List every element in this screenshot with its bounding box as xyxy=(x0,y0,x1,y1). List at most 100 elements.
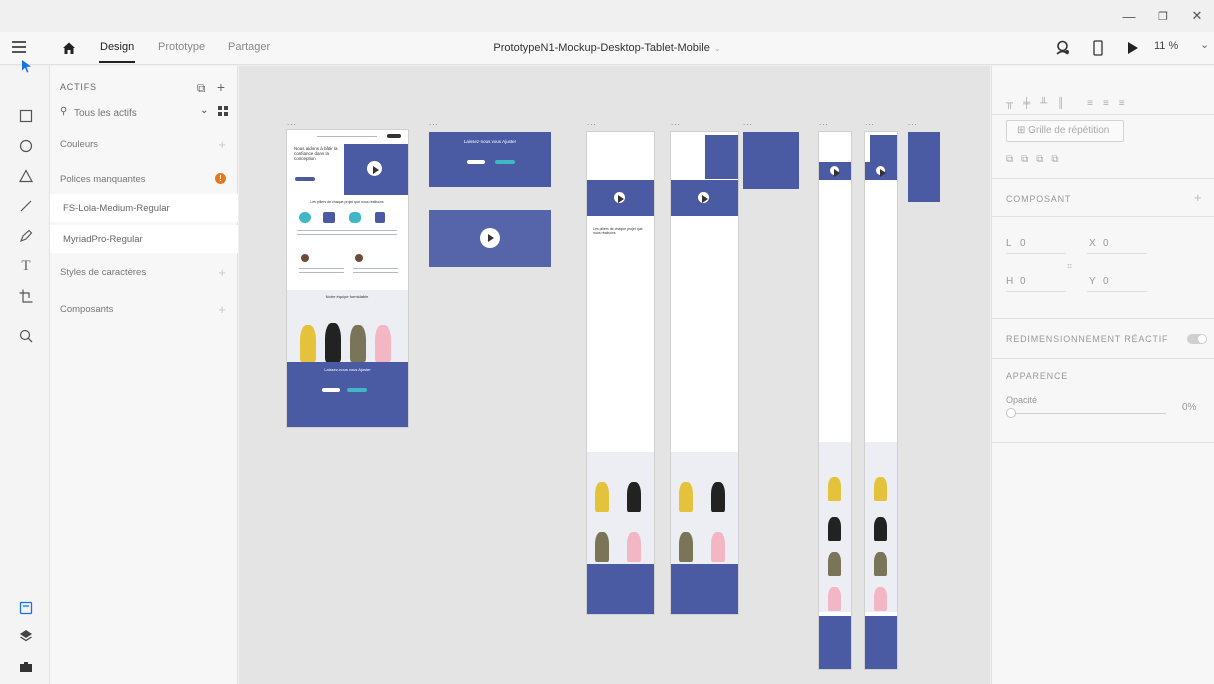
play-preview-icon[interactable] xyxy=(1127,41,1139,55)
opacity-value[interactable]: 0% xyxy=(1182,402,1196,413)
missing-font-item[interactable]: FS-Lola-Medium-Regular xyxy=(50,194,238,222)
artboard-label[interactable]: ... xyxy=(671,118,681,127)
x-label: X xyxy=(1089,238,1096,249)
avatar xyxy=(355,254,363,262)
artboard-tablet-cta[interactable] xyxy=(743,132,799,189)
team-member xyxy=(711,532,725,562)
artboard-label[interactable]: ... xyxy=(908,118,918,127)
add-char-style-icon[interactable]: + xyxy=(218,265,226,280)
components-section[interactable]: Composants + xyxy=(60,302,230,320)
document-title[interactable]: PrototypeN1-Mockup-Desktop-Tablet-Mobile… xyxy=(0,42,1214,54)
team-title: Notre équipe formidable xyxy=(325,294,369,299)
add-color-icon[interactable]: + xyxy=(218,137,226,152)
divider xyxy=(992,216,1214,217)
align-toolbar[interactable]: ╥╪╨║ ≡≡≡ xyxy=(1006,98,1135,109)
opacity-label: Opacité xyxy=(1006,395,1038,405)
artboard-label[interactable]: ... xyxy=(865,118,875,127)
lock-ratio-icon[interactable]: ⌗ xyxy=(1067,261,1072,272)
document-title-text: PrototypeN1-Mockup-Desktop-Tablet-Mobile xyxy=(493,42,710,54)
active-tab-indicator xyxy=(99,61,135,63)
height-field[interactable]: 0 xyxy=(1020,276,1026,287)
grid-view-icon[interactable] xyxy=(218,106,228,116)
select-tool-icon[interactable] xyxy=(18,58,34,74)
team-member xyxy=(300,325,316,362)
layers-panel-icon[interactable] xyxy=(18,628,34,644)
missing-fonts-section[interactable]: Polices manquantes ! xyxy=(60,173,230,190)
artboard-desktop[interactable]: Nous aidons à bâtir la confiance dans la… xyxy=(287,130,408,427)
add-component-icon[interactable]: + xyxy=(218,302,226,317)
artboard-label[interactable]: ... xyxy=(587,118,597,127)
team-member xyxy=(874,517,887,541)
line-tool-icon[interactable] xyxy=(18,198,34,214)
responsive-resize-label: REDIMENSIONNEMENT RÉACTIF xyxy=(1006,334,1169,344)
user-icon[interactable] xyxy=(1056,40,1070,56)
artboard-video[interactable] xyxy=(429,210,551,267)
minimize-button[interactable]: — xyxy=(1112,0,1146,32)
close-button[interactable]: ✕ xyxy=(1180,0,1214,32)
assets-search: ⚲ ⌄ xyxy=(60,104,228,122)
boolean-ops[interactable]: ⧉⧉⧉⧉ xyxy=(1006,154,1067,165)
height-label: H xyxy=(1006,276,1014,287)
cta-section xyxy=(865,616,897,669)
artboard-tablet[interactable]: Les piliers de chaque projet que nous ré… xyxy=(587,132,654,614)
play-icon xyxy=(830,166,840,177)
opacity-slider-knob[interactable] xyxy=(1006,408,1016,418)
zoom-level[interactable]: 11 % xyxy=(1154,40,1178,52)
ellipse-tool-icon[interactable] xyxy=(18,138,34,154)
team-member xyxy=(711,482,725,512)
artboard-text xyxy=(297,234,397,235)
chevron-down-icon: ⌄ xyxy=(713,44,721,53)
opacity-slider-track[interactable] xyxy=(1014,413,1166,414)
device-preview-icon[interactable] xyxy=(1093,40,1103,56)
open-library-icon[interactable]: ⧉ xyxy=(197,81,206,95)
team-member xyxy=(595,482,609,512)
artboard-label[interactable]: ... xyxy=(429,118,439,127)
width-field[interactable]: 0 xyxy=(1020,238,1026,249)
artboard-label[interactable]: ... xyxy=(819,118,829,127)
assets-header: ACTIFS xyxy=(60,82,97,92)
filter-chevron-icon[interactable]: ⌄ xyxy=(200,105,208,116)
zoom-tool-icon[interactable] xyxy=(18,328,34,344)
artboard-mobile-cta[interactable] xyxy=(908,132,940,202)
plugins-panel-icon[interactable] xyxy=(18,658,34,674)
team-member xyxy=(627,532,641,562)
assets-panel-icon[interactable] xyxy=(18,600,34,616)
field-underline xyxy=(1006,291,1066,292)
play-icon xyxy=(614,192,625,204)
repeat-grid-label: Grille de répétition xyxy=(1028,125,1110,136)
artboard-tablet-menu[interactable] xyxy=(671,132,738,614)
x-field[interactable]: 0 xyxy=(1103,238,1109,249)
artboard-mobile-menu[interactable] xyxy=(865,132,897,669)
team-member xyxy=(679,482,693,512)
menu-overlay xyxy=(705,135,738,179)
missing-font-item[interactable]: MyriadPro-Regular xyxy=(50,225,238,253)
team-member xyxy=(325,323,341,362)
add-component-icon[interactable]: + xyxy=(1194,190,1202,205)
rectangle-tool-icon[interactable] xyxy=(18,108,34,124)
char-styles-section[interactable]: Styles de caractères + xyxy=(60,265,230,283)
cta-section xyxy=(587,564,654,614)
artboard-nav xyxy=(317,136,377,137)
text-tool-icon[interactable]: T xyxy=(18,258,34,274)
cta-section xyxy=(819,616,851,669)
polygon-tool-icon[interactable] xyxy=(18,168,34,184)
cta-title: Laissez-nous vous Ajuster xyxy=(463,139,517,144)
colors-section[interactable]: Couleurs + xyxy=(60,137,230,155)
team-member xyxy=(874,552,887,576)
design-canvas[interactable]: ... Nous aidons à bâtir la confiance dan… xyxy=(239,66,990,684)
y-label: Y xyxy=(1089,276,1096,287)
pen-tool-icon[interactable] xyxy=(18,228,34,244)
add-asset-icon[interactable]: + xyxy=(217,79,225,95)
artboard-cta[interactable]: Laissez-nous vous Ajuster xyxy=(429,132,551,187)
zoom-chevron-icon[interactable]: ⌄ xyxy=(1200,38,1209,51)
artboard-tool-icon[interactable] xyxy=(18,288,34,304)
restore-button[interactable]: ❐ xyxy=(1146,0,1180,32)
artboard-mobile[interactable] xyxy=(819,132,851,669)
responsive-resize-toggle[interactable] xyxy=(1187,334,1207,344)
assets-search-input[interactable] xyxy=(74,104,184,122)
artboard-label[interactable]: ... xyxy=(743,118,753,127)
play-icon xyxy=(698,192,709,204)
y-field[interactable]: 0 xyxy=(1103,276,1109,287)
artboard-label[interactable]: ... xyxy=(287,118,297,127)
repeat-grid-button[interactable]: ⊞ Grille de répétition xyxy=(1006,120,1124,142)
